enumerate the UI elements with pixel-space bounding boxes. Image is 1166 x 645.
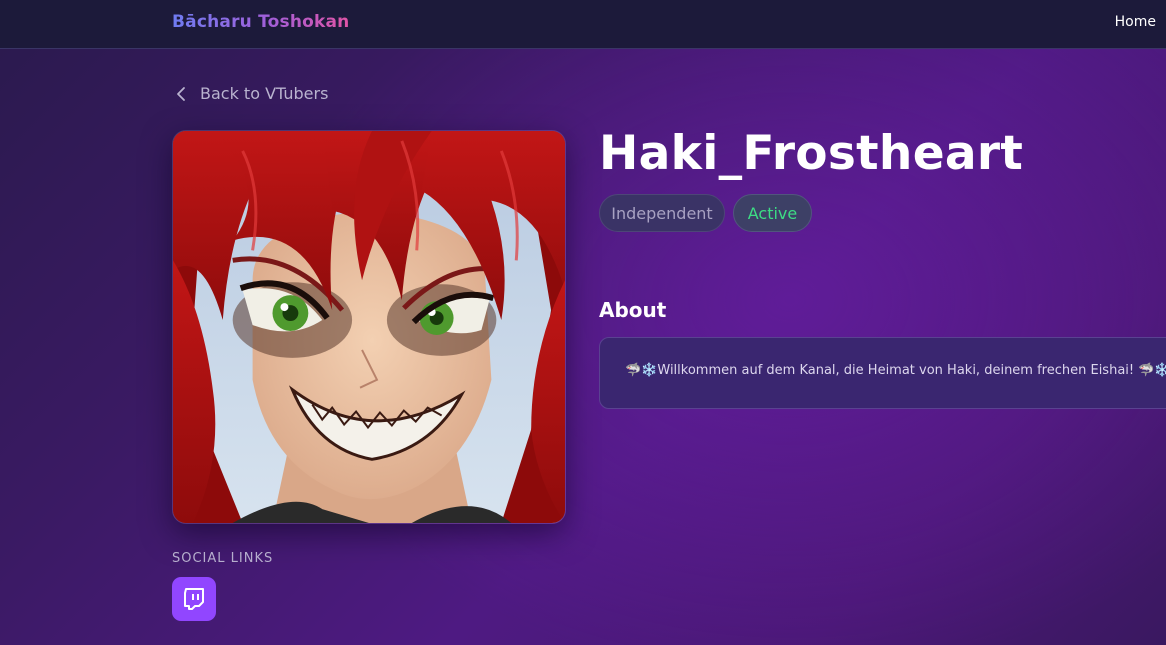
twitch-link-button[interactable] xyxy=(172,577,216,621)
vtuber-avatar xyxy=(172,130,566,524)
nav-home-link[interactable]: Home xyxy=(1115,14,1156,30)
brand-logo[interactable]: Bācharu Toshokan xyxy=(172,12,349,32)
back-link-label: Back to VTubers xyxy=(200,84,329,103)
twitch-icon xyxy=(184,588,204,610)
status-badge: Active xyxy=(733,194,812,232)
top-navbar: Bācharu Toshokan Home xyxy=(0,0,1166,49)
back-to-vtubers-link[interactable]: Back to VTubers xyxy=(174,84,328,103)
social-links-title: SOCIAL LINKS xyxy=(172,551,274,566)
vtuber-name: Haki_Frostheart xyxy=(599,126,1024,181)
affiliation-badge: Independent xyxy=(599,194,725,232)
about-heading: About xyxy=(599,298,667,322)
chevron-left-icon xyxy=(177,86,185,101)
avatar-illustration xyxy=(173,131,565,523)
about-description-text: 🦈❄️Willkommen auf dem Kanal, die Heimat … xyxy=(625,363,1166,378)
about-description-box: 🦈❄️Willkommen auf dem Kanal, die Heimat … xyxy=(599,337,1166,409)
